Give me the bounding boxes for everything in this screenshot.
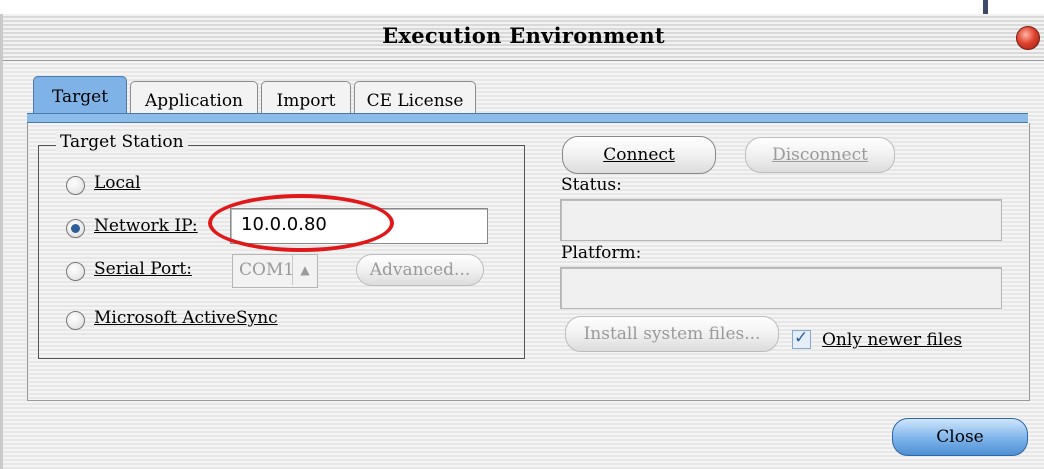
only-newer-files-label[interactable]: Only newer files — [822, 330, 962, 350]
only-newer-files-label-text: Only newer files — [822, 330, 963, 350]
serial-port-label[interactable]: Serial Port: — [94, 259, 192, 279]
serial-port-value: COM1 — [239, 260, 295, 280]
activesync-radio[interactable] — [66, 311, 85, 330]
network-ip-label[interactable]: Network IP: — [94, 216, 198, 236]
stepper-arrows-icon: ▲ — [292, 255, 317, 285]
window-title: Execution Environment — [382, 23, 665, 48]
local-label-text: Local — [94, 173, 141, 193]
activesync-label[interactable]: Microsoft ActiveSync — [94, 308, 278, 328]
platform-label: Platform: — [561, 243, 642, 263]
tab-target-label: Target — [51, 87, 109, 107]
tab-import-label: Import — [276, 91, 336, 111]
only-newer-files-checkbox[interactable] — [792, 328, 811, 349]
close-button[interactable]: Close — [892, 418, 1028, 456]
highlight-ellipse — [208, 194, 394, 252]
advanced-button-label: Advanced... — [369, 260, 471, 280]
disconnect-button[interactable]: Disconnect — [745, 137, 895, 173]
status-field — [560, 199, 1002, 241]
tab-ce-license-label: CE License — [366, 91, 464, 111]
execution-environment-window: Execution Environment Target Application… — [0, 0, 1044, 469]
status-label: Status: — [561, 175, 622, 195]
serial-port-select[interactable]: COM1 ▲ — [232, 254, 318, 288]
background-window-edge — [983, 0, 988, 14]
title-bar[interactable]: Execution Environment — [3, 14, 1044, 61]
tab-application-label: Application — [144, 91, 244, 111]
platform-field — [560, 267, 1002, 309]
network-ip-radio[interactable] — [66, 219, 85, 238]
serial-port-label-text: Serial Port: — [94, 259, 192, 279]
disconnect-button-label: Disconnect — [772, 145, 868, 165]
connect-button-label: Connect — [603, 145, 675, 165]
connect-button[interactable]: Connect — [562, 136, 716, 174]
tab-strip — [27, 113, 1028, 123]
window-close-icon[interactable] — [1016, 26, 1040, 50]
install-system-files-label: Install system files... — [583, 324, 761, 344]
target-station-legend: Target Station — [56, 132, 188, 152]
network-ip-label-text: Network IP: — [94, 216, 198, 236]
close-button-label: Close — [936, 427, 984, 447]
local-radio[interactable] — [66, 176, 85, 195]
install-system-files-button[interactable]: Install system files... — [565, 316, 779, 352]
local-label[interactable]: Local — [94, 173, 141, 193]
advanced-button[interactable]: Advanced... — [356, 254, 484, 286]
serial-port-radio[interactable] — [66, 262, 85, 281]
activesync-label-text: Microsoft ActiveSync — [94, 308, 278, 328]
